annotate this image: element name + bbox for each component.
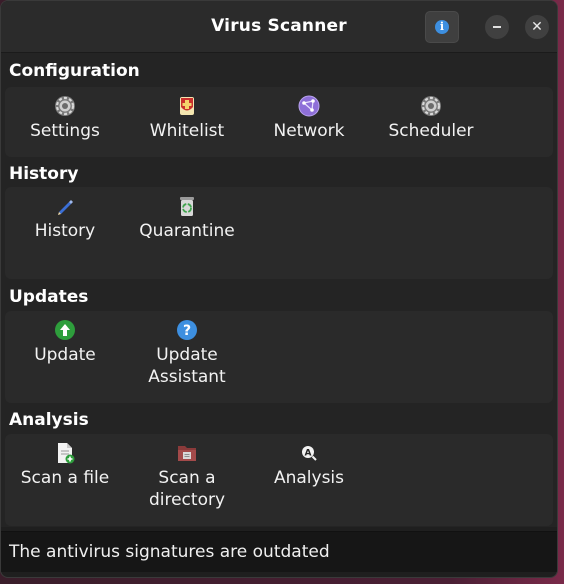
section-title-configuration: Configuration [9,61,140,81]
network-label: Network [273,121,345,141]
updates-panel: Update ? Update Assistant [5,311,553,403]
svg-text:A: A [305,449,312,459]
svg-text:?: ? [183,323,191,339]
status-bar: The antivirus signatures are outdated [1,531,557,572]
history-button[interactable]: History [5,195,125,242]
history-label: History [34,221,96,241]
recycle-bin-icon [180,197,194,216]
section-title-updates: Updates [9,287,89,307]
whitelist-button[interactable]: Whitelist [127,95,247,142]
network-icon [298,95,320,117]
arrow-up-icon [55,320,75,340]
shield-icon [180,97,194,115]
minimize-button[interactable] [485,15,509,39]
analysis-button[interactable]: A Analysis [249,442,369,489]
section-title-history: History [9,164,79,184]
analysis-icon: A [302,446,317,461]
title-bar[interactable]: Virus Scanner i ✕ [1,1,557,53]
close-icon: ✕ [531,19,543,35]
window-title: Virus Scanner [211,16,347,36]
section-title-analysis: Analysis [9,410,89,430]
main-content: Configuration Settings Whitelist Network… [1,53,557,527]
close-button[interactable]: ✕ [525,15,549,39]
update-button[interactable]: Update [5,319,125,366]
virus-scanner-window: Virus Scanner i ✕ Configuration Settings [0,0,558,578]
file-add-icon [58,443,75,464]
history-panel: History Quarantine [5,187,553,279]
update-assistant-label-line1: Update [156,345,218,365]
folder-icon [178,446,196,461]
minimize-icon [493,26,501,28]
analysis-panel: Scan a file Scan a directory A Analysis [5,434,553,526]
quarantine-button[interactable]: Quarantine [127,195,247,242]
update-assistant-button[interactable]: ? Update Assistant [127,319,247,388]
scan-file-label: Scan a file [20,468,110,488]
scan-file-button[interactable]: Scan a file [5,442,125,489]
configuration-panel: Settings Whitelist Network Scheduler [5,87,553,157]
settings-button[interactable]: Settings [5,95,125,142]
question-icon: ? [177,320,197,340]
status-message: The antivirus signatures are outdated [9,542,330,562]
gear-icon [55,96,75,116]
update-assistant-label-line2: Assistant [148,367,226,387]
quarantine-label: Quarantine [139,221,235,241]
update-label: Update [34,345,96,365]
scheduler-label: Scheduler [388,121,474,141]
scheduler-button[interactable]: Scheduler [371,95,491,142]
about-button[interactable]: i [425,11,459,43]
info-icon: i [435,20,449,34]
whitelist-label: Whitelist [149,121,225,141]
scan-directory-button[interactable]: Scan a directory [127,442,247,511]
analysis-label: Analysis [273,468,345,488]
gear-icon [421,96,441,116]
pencil-icon [58,200,73,215]
scan-directory-label-line2: directory [148,490,226,510]
scan-directory-label-line1: Scan a [158,468,216,488]
network-button[interactable]: Network [249,95,369,142]
settings-label: Settings [30,121,100,141]
